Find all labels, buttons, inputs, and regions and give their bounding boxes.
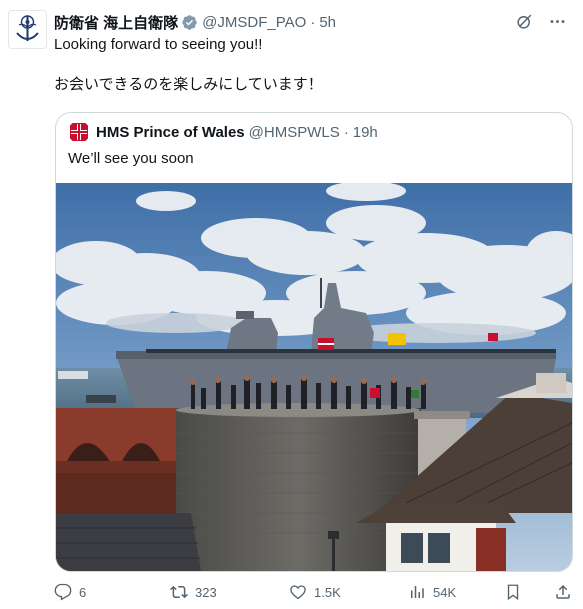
header-actions [515, 12, 567, 31]
jmsdf-emblem-icon [16, 15, 39, 41]
views-icon [411, 586, 424, 598]
post-header: 防衛省 海上自衛隊 @JMSDF_PAO · 5h [54, 11, 567, 33]
quoted-post-text: We’ll see you soon [68, 150, 194, 167]
share-button[interactable] [554, 583, 572, 601]
verified-badge-icon [182, 14, 197, 30]
action-bar: 6 323 1.5K 54K [54, 580, 574, 604]
more-icon[interactable] [548, 12, 567, 31]
grok-icon[interactable] [515, 12, 534, 31]
reply-icon [54, 583, 72, 601]
author-handle[interactable]: @JMSDF_PAO [202, 14, 306, 31]
like-count: 1.5K [314, 584, 341, 600]
quoted-author-name[interactable]: HMS Prince of Wales [96, 124, 245, 141]
repost-icon [170, 585, 188, 599]
post-time[interactable]: 5h [319, 14, 336, 31]
repost-button[interactable]: 323 [170, 583, 217, 601]
repost-count: 323 [195, 584, 217, 600]
quoted-post[interactable]: HMS Prince of Wales @HMSPWLS · 19h We’ll… [55, 112, 573, 572]
post-text: Looking forward to seeing you!! お会いできるのを… [54, 36, 323, 93]
share-icon [556, 584, 570, 599]
like-icon [290, 585, 306, 600]
quoted-author-handle[interactable]: @HMSPWLS [249, 124, 340, 141]
reply-count: 6 [79, 584, 87, 600]
author-avatar[interactable] [8, 10, 47, 49]
separator: · [310, 13, 316, 31]
quoted-separator: · [343, 123, 349, 141]
like-button[interactable]: 1.5K [289, 583, 341, 601]
quoted-post-photo[interactable] [56, 183, 572, 571]
royal-navy-crest-icon[interactable] [68, 121, 90, 143]
quoted-post-time[interactable]: 19h [353, 124, 378, 141]
views-button[interactable]: 54K [408, 583, 456, 601]
bookmark-icon [507, 584, 519, 601]
views-count: 54K [433, 584, 457, 600]
bookmark-button[interactable] [504, 583, 522, 601]
quoted-post-header: HMS Prince of Wales @HMSPWLS · 19h [68, 121, 378, 143]
author-name[interactable]: 防衛省 海上自衛隊 [54, 12, 178, 33]
reply-button[interactable]: 6 [54, 583, 86, 601]
